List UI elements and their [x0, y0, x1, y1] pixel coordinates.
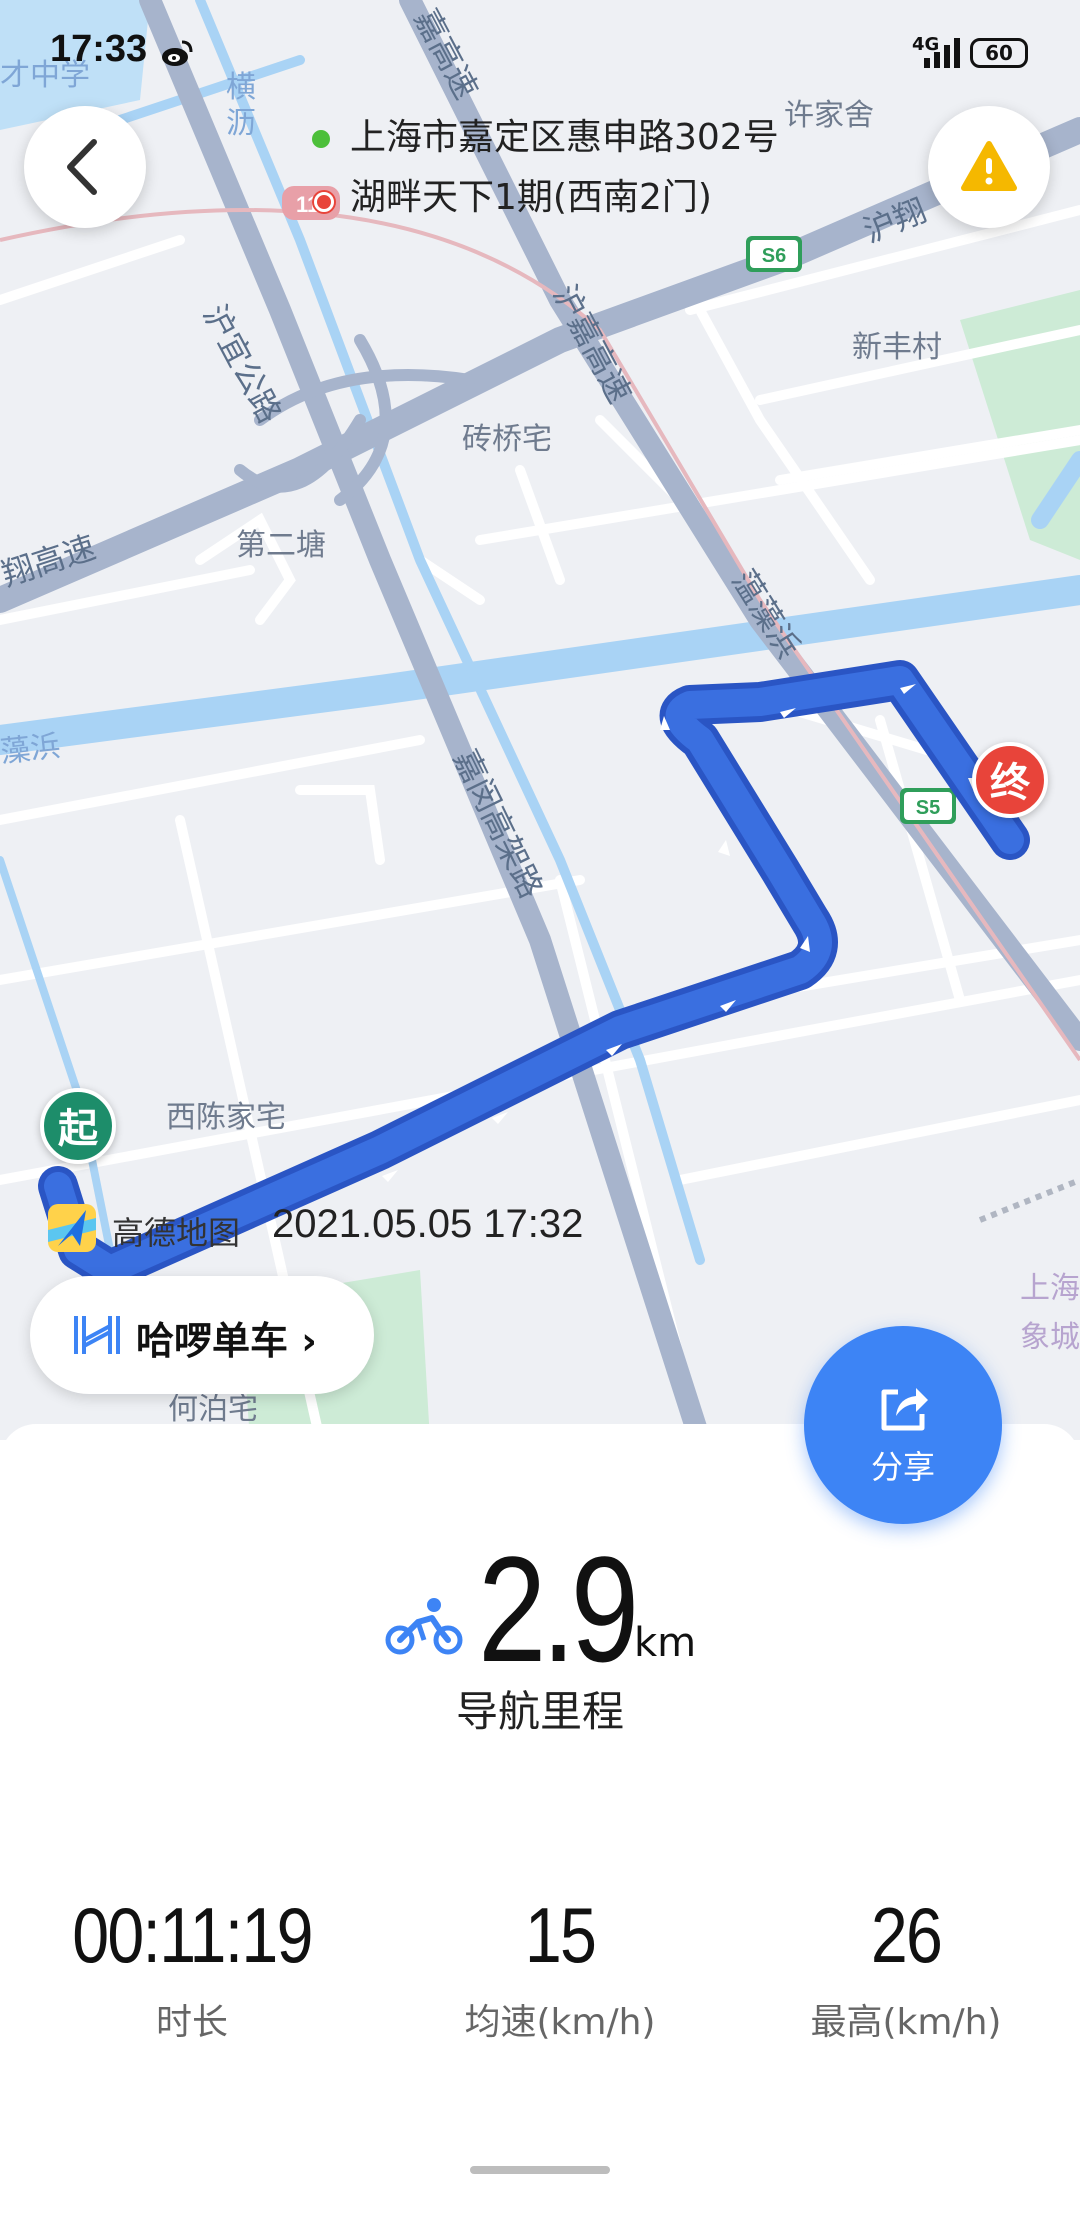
report-issue-button[interactable] — [928, 106, 1050, 228]
ride-summary-panel: 2.9 km 导航里程 00:11:19 时长 15 均速(km/h) 26 最… — [0, 1424, 1080, 2220]
signal-icon — [924, 38, 960, 68]
stat-duration: 00:11:19 时长 — [42, 1890, 342, 2045]
stat-label: 时长 — [155, 2002, 228, 2043]
end-dot — [314, 192, 334, 212]
map-label: 新丰村 — [852, 330, 942, 365]
shield-s6: S6 — [746, 236, 802, 272]
map-label: 象城 — [1020, 1320, 1080, 1355]
home-indicator[interactable] — [470, 2166, 610, 2174]
start-dot — [312, 130, 330, 148]
chevron-left-icon — [67, 139, 97, 195]
distance-unit: km — [634, 1620, 697, 1666]
share-button[interactable]: 分享 — [804, 1326, 1002, 1524]
stat-label: 最高(km/h) — [810, 2002, 1002, 2043]
start-address-row: 上海市嘉定区惠申路302号 — [306, 112, 779, 172]
hellobike-logo-icon — [74, 1316, 120, 1354]
provider-chip[interactable]: 哈啰单车 › — [30, 1276, 374, 1394]
provider-label: 哈啰单车 › — [136, 1319, 317, 1363]
battery-indicator: 60 — [970, 38, 1028, 68]
status-bar: 17:33 4G 60 — [0, 0, 1080, 100]
svg-text:S5: S5 — [916, 797, 940, 819]
ride-timestamp: 2021.05.05 17:32 — [272, 1202, 584, 1246]
stat-average-speed: 15 均速(km/h) — [410, 1890, 710, 2045]
amap-logo-icon — [48, 1204, 96, 1252]
map-label: 砖桥宅 — [462, 422, 552, 457]
warning-icon — [961, 141, 1017, 191]
route-endpoints: 上海市嘉定区惠申路302号 湖畔天下1期(西南2门) — [306, 112, 779, 232]
weibo-icon — [162, 40, 193, 66]
end-address: 湖畔天下1期(西南2门) — [350, 177, 712, 218]
stat-value: 00:11:19 — [72, 1891, 313, 1979]
watermark-brand: 高德地图 — [112, 1214, 241, 1252]
back-button[interactable] — [24, 106, 146, 228]
end-marker: 终 — [972, 742, 1048, 818]
bike-icon — [385, 1598, 463, 1655]
stat-value: 26 — [870, 1891, 943, 1979]
shield-s5: S5 — [900, 788, 956, 824]
status-time: 17:33 — [50, 28, 148, 70]
map-label: 西陈家宅 — [166, 1100, 286, 1135]
share-label: 分享 — [870, 1448, 935, 1486]
start-marker: 起 — [40, 1088, 116, 1164]
stat-value: 15 — [524, 1891, 597, 1979]
distance-label: 导航里程 — [455, 1687, 624, 1736]
end-address-row: 湖畔天下1期(西南2门) — [306, 172, 779, 232]
share-icon — [881, 1388, 928, 1431]
map-label: 第二塘 — [236, 528, 326, 563]
map-label: 上海 — [1020, 1271, 1080, 1306]
map-label: 藻浜 — [0, 728, 63, 771]
svg-text:S6: S6 — [762, 245, 786, 267]
stat-label: 均速(km/h) — [464, 2002, 656, 2043]
distance-value: 2.9 — [478, 1525, 639, 1693]
chevron-right-icon: › — [301, 1319, 317, 1363]
distance-block: 2.9 km — [0, 1534, 1080, 1684]
stat-max-speed: 26 最高(km/h) — [756, 1890, 1056, 2045]
start-address: 上海市嘉定区惠申路302号 — [350, 117, 779, 158]
